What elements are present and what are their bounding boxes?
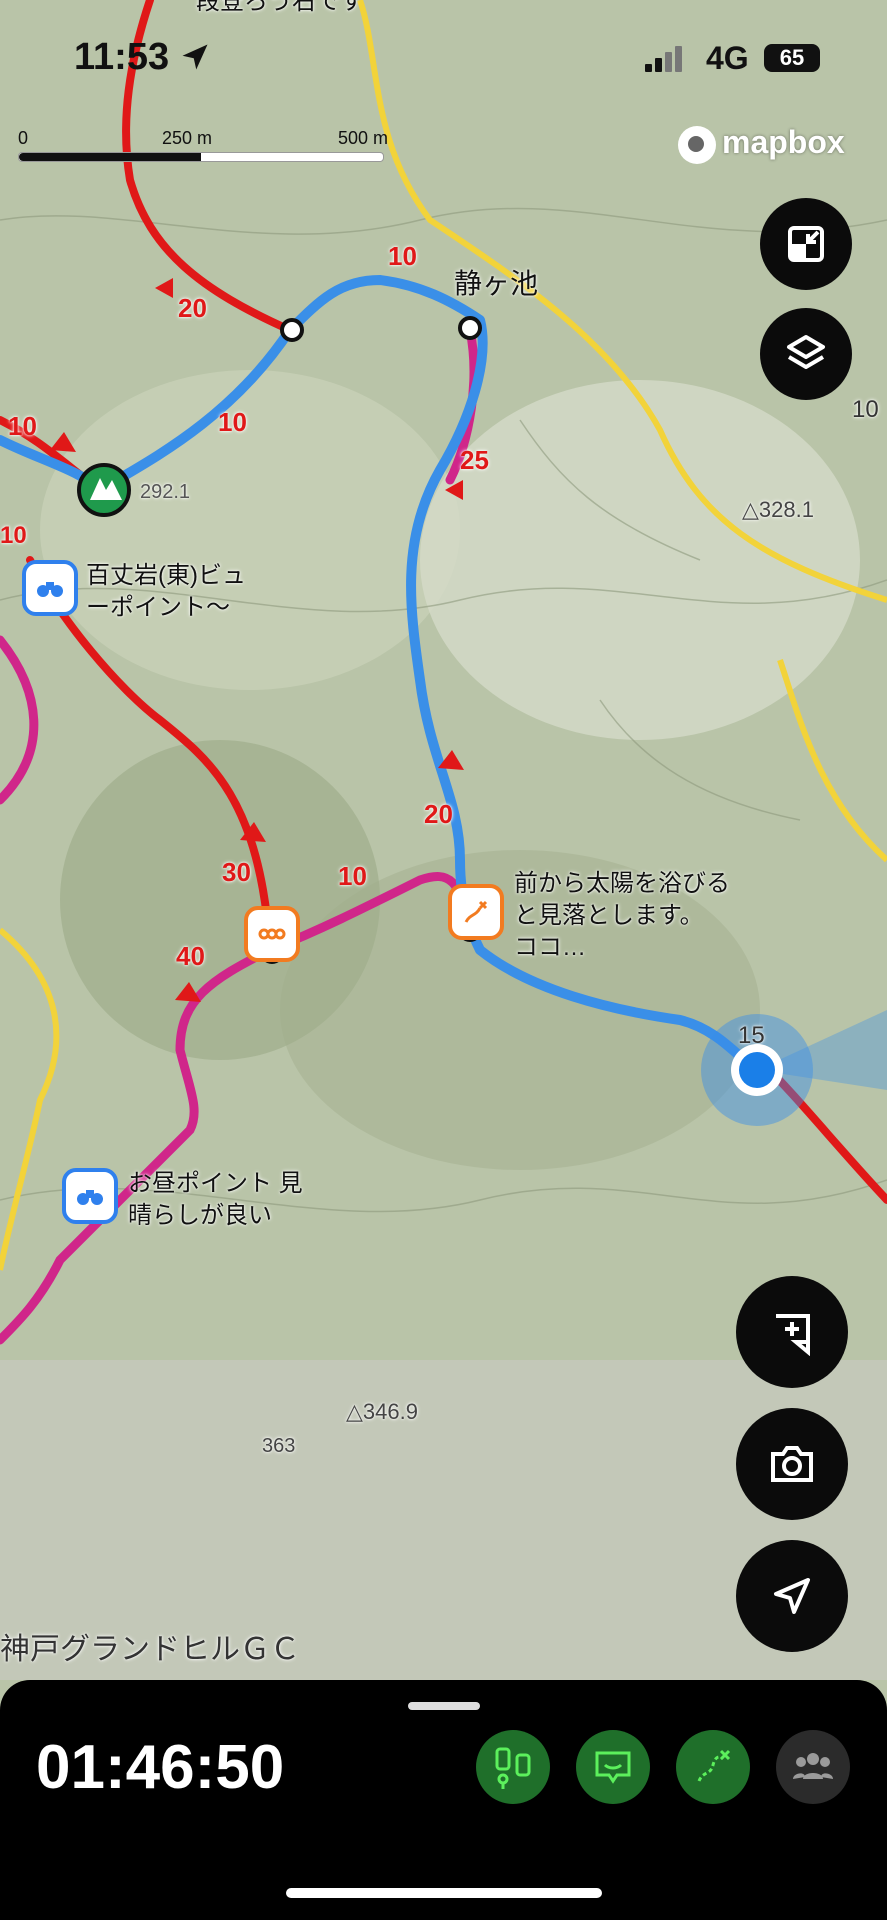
binoculars-icon — [37, 582, 63, 597]
layers-icon — [787, 335, 825, 369]
location-arrow-icon — [182, 44, 208, 70]
scale-bar: 0 250 m 500 m — [18, 128, 398, 168]
rest-poi[interactable] — [244, 906, 300, 962]
caution-poi[interactable] — [448, 884, 504, 940]
elevation-label: 292.1 — [140, 481, 191, 503]
message-button[interactable] — [576, 1730, 650, 1804]
segment-time-label: 30 — [222, 857, 251, 887]
segment-time-label: 20 — [424, 799, 453, 829]
fullscreen-exit-button[interactable] — [760, 198, 852, 290]
scale-fill — [19, 153, 201, 161]
home-indicator[interactable] — [286, 1888, 602, 1898]
segment-time-label: 10 — [0, 522, 27, 549]
layers-button[interactable] — [760, 308, 852, 400]
scale-track — [18, 152, 384, 162]
elapsed-time: 01:46:50 — [36, 1733, 285, 1802]
distance-gauge-icon — [495, 1747, 531, 1789]
segment-time-label: 10 — [8, 411, 37, 441]
status-bar: 11:53 4G 65 — [0, 0, 887, 120]
note-label: と見落とします。 — [514, 902, 704, 929]
viewpoint-label: 百丈岩(東)ビュ — [86, 562, 246, 589]
segment-time-label: 40 — [176, 941, 205, 971]
scale-mid: 250 m — [162, 128, 213, 148]
status-time: 11:53 — [74, 36, 170, 78]
group-button[interactable] — [776, 1730, 850, 1804]
segment-time-label: 25 — [460, 445, 489, 475]
tracking-sheet[interactable]: 01:46:50 — [0, 1680, 887, 1920]
segment-time-label: 10 — [852, 396, 879, 423]
mapbox-wordmark: mapbox — [722, 124, 845, 160]
viewpoint-poi[interactable] — [22, 560, 78, 616]
lunch-label: お昼ポイント 見 — [128, 1170, 303, 1197]
route-icon — [697, 1749, 731, 1782]
group-icon — [793, 1753, 833, 1779]
route-warning-icon — [464, 900, 488, 923]
message-icon — [595, 1751, 631, 1784]
note-label: 前から太陽を浴びる — [514, 870, 730, 897]
mapbox-logo-icon — [678, 125, 716, 164]
battery-level: 65 — [764, 44, 820, 72]
add-note-icon — [776, 1314, 810, 1356]
viewpoint-label: ーポイント〜 — [86, 594, 230, 621]
route-button[interactable] — [676, 1730, 750, 1804]
elevation-label: △346.9 — [346, 1399, 418, 1424]
note-label: ココ… — [514, 934, 586, 961]
scale-zero: 0 — [18, 128, 29, 148]
segment-time-label: 20 — [178, 293, 207, 323]
binoculars-icon — [77, 1190, 103, 1205]
segment-time-label: 10 — [388, 241, 417, 271]
signal-icon — [645, 46, 685, 72]
rest-stop-icon — [258, 928, 286, 940]
navigate-icon — [774, 1578, 810, 1614]
segment-time-label: 15 — [738, 1022, 765, 1049]
lunch-viewpoint-poi[interactable] — [62, 1168, 118, 1224]
distance-button[interactable] — [476, 1730, 550, 1804]
camera-icon — [771, 1446, 813, 1482]
scale-max: 500 m — [338, 128, 389, 148]
golf-course-label: 神戸グランドヒルＧＣ — [0, 1633, 300, 1666]
mapbox-attribution[interactable]: mapbox — [678, 124, 845, 164]
sheet-grabber[interactable] — [408, 1702, 480, 1710]
add-note-button[interactable] — [736, 1276, 848, 1388]
elevation-label: 363 — [262, 1435, 296, 1457]
segment-time-label: 10 — [218, 407, 247, 437]
lunch-label: 晴らしが良い — [128, 1202, 272, 1229]
segment-time-label: 10 — [338, 861, 367, 891]
network-type: 4G — [706, 40, 749, 76]
navigate-button[interactable] — [736, 1540, 848, 1652]
elevation-label: △328.1 — [742, 497, 814, 522]
camera-button[interactable] — [736, 1408, 848, 1520]
fullscreen-exit-icon — [788, 226, 824, 262]
pond-label: 静ヶ池 — [454, 268, 539, 299]
